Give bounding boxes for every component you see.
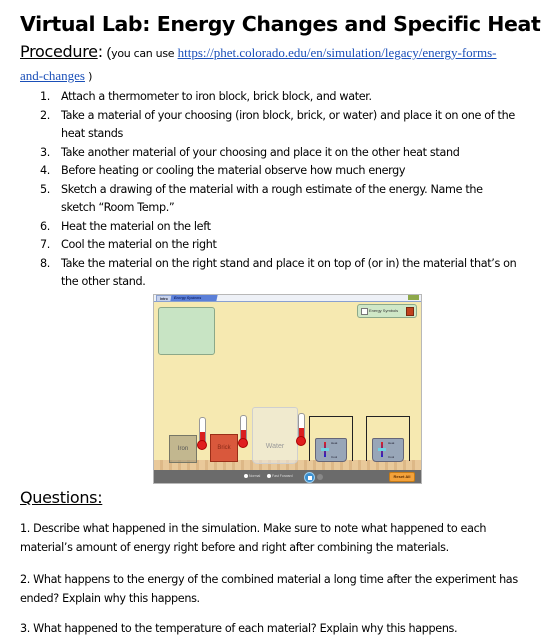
thermometer-bulb-icon (296, 436, 306, 446)
step-number: 8. (40, 256, 50, 270)
cool-label: Cool (331, 455, 338, 459)
pause-button[interactable] (304, 472, 315, 483)
energy-symbols-label: Energy Symbols (369, 308, 399, 313)
brick-block[interactable]: Brick (210, 434, 238, 462)
step-number: 2. (40, 108, 50, 122)
step-item: 5. Sketch a drawing of the material with … (40, 181, 520, 218)
slider-knob[interactable] (378, 448, 386, 451)
water-beaker[interactable]: Water (252, 407, 298, 464)
radio-dot-icon (244, 474, 248, 479)
question-item: 3. What happened to the temperature of e… (20, 622, 458, 635)
step-number: 3. (40, 145, 50, 159)
cool-label: Cool (388, 455, 395, 459)
checkbox-icon[interactable] (361, 308, 368, 315)
speed-normal-radio[interactable]: Normal (244, 474, 260, 479)
phet-link-part-1[interactable]: https://phet.colorado.edu/en/simulation/… (178, 45, 497, 60)
procedure-steps: 1. Attach a thermometer to iron block, br… (40, 88, 520, 292)
step-text: Take another material of your choosing a… (61, 145, 460, 159)
thermometer-bulb-icon (197, 440, 207, 450)
procedure-intro-text: you can use (111, 47, 175, 60)
step-text: Heat the material on the left (61, 219, 211, 233)
step-item: 1. Attach a thermometer to iron block, br… (40, 88, 520, 107)
burner-right: Heat Cool (372, 438, 404, 462)
sim-control-bar: Normal Fast Forward Reset All (154, 470, 421, 483)
step-item: 4. Before heating or cooling the material… (40, 162, 520, 181)
simulation-screenshot: Intro Energy Systems Energy Symbols Iron… (153, 294, 422, 484)
step-item: 6. Heat the material on the left (40, 218, 520, 237)
speed-fast-forward-radio[interactable]: Fast Forward (267, 474, 293, 479)
phet-link-part-2[interactable]: and-changes (20, 68, 85, 83)
thermometer-bulb-icon (238, 438, 248, 448)
step-text: Sketch a drawing of the material with a … (61, 182, 483, 215)
step-item: 8. Take the material on the right stand a… (40, 255, 520, 292)
speed-fast-forward-label: Fast Forward (272, 474, 293, 478)
sim-tab-bar: Intro Energy Systems (154, 295, 421, 302)
question-item: 1. Describe what happened in the simulat… (20, 522, 487, 554)
radio-dot-icon (267, 474, 271, 479)
step-text: Take a material of your choosing (iron b… (61, 108, 515, 141)
step-button[interactable] (317, 474, 323, 480)
step-item: 3. Take another material of your choosing… (40, 144, 520, 163)
procedure-intro: Procedure: (you can use https://phet.col… (20, 41, 540, 88)
step-text: Take the material on the right stand and… (61, 256, 517, 289)
procedure-heading: Procedure (20, 42, 98, 61)
step-number: 1. (40, 90, 50, 103)
step-number: 4. (40, 164, 50, 177)
burner-left: Heat Cool (315, 438, 347, 462)
phet-logo-icon (408, 295, 419, 300)
heat-label: Heat (388, 441, 395, 445)
step-item: 7. Cool the material on the right (40, 236, 520, 255)
reset-all-button[interactable]: Reset All (389, 472, 415, 482)
heat-label: Heat (331, 441, 338, 445)
energy-symbols-toggle[interactable]: Energy Symbols (357, 304, 417, 318)
energy-chunk-icon (406, 307, 414, 316)
step-number: 7. (40, 238, 50, 251)
procedure-colon: : (97, 42, 104, 61)
step-number: 5. (40, 182, 50, 196)
question-item: 2. What happens to the energy of the com… (20, 573, 518, 605)
step-text: Before heating or cooling the material o… (61, 164, 406, 177)
slider-knob[interactable] (321, 448, 329, 451)
step-item: 2. Take a material of your choosing (iron… (40, 107, 520, 144)
questions-heading: Questions: (20, 488, 103, 507)
close-paren: ) (84, 70, 93, 83)
step-text: Attach a thermometer to iron block, bric… (61, 90, 372, 103)
speed-normal-label: Normal (249, 474, 261, 478)
page-title: Virtual Lab: Energy Changes and Specific… (20, 12, 541, 36)
iron-block[interactable]: Iron (169, 435, 197, 463)
step-number: 6. (40, 219, 50, 233)
tab-energy-systems[interactable]: Energy Systems (170, 295, 218, 301)
step-text: Cool the material on the right (61, 238, 217, 251)
energy-chart-panel (158, 307, 215, 355)
